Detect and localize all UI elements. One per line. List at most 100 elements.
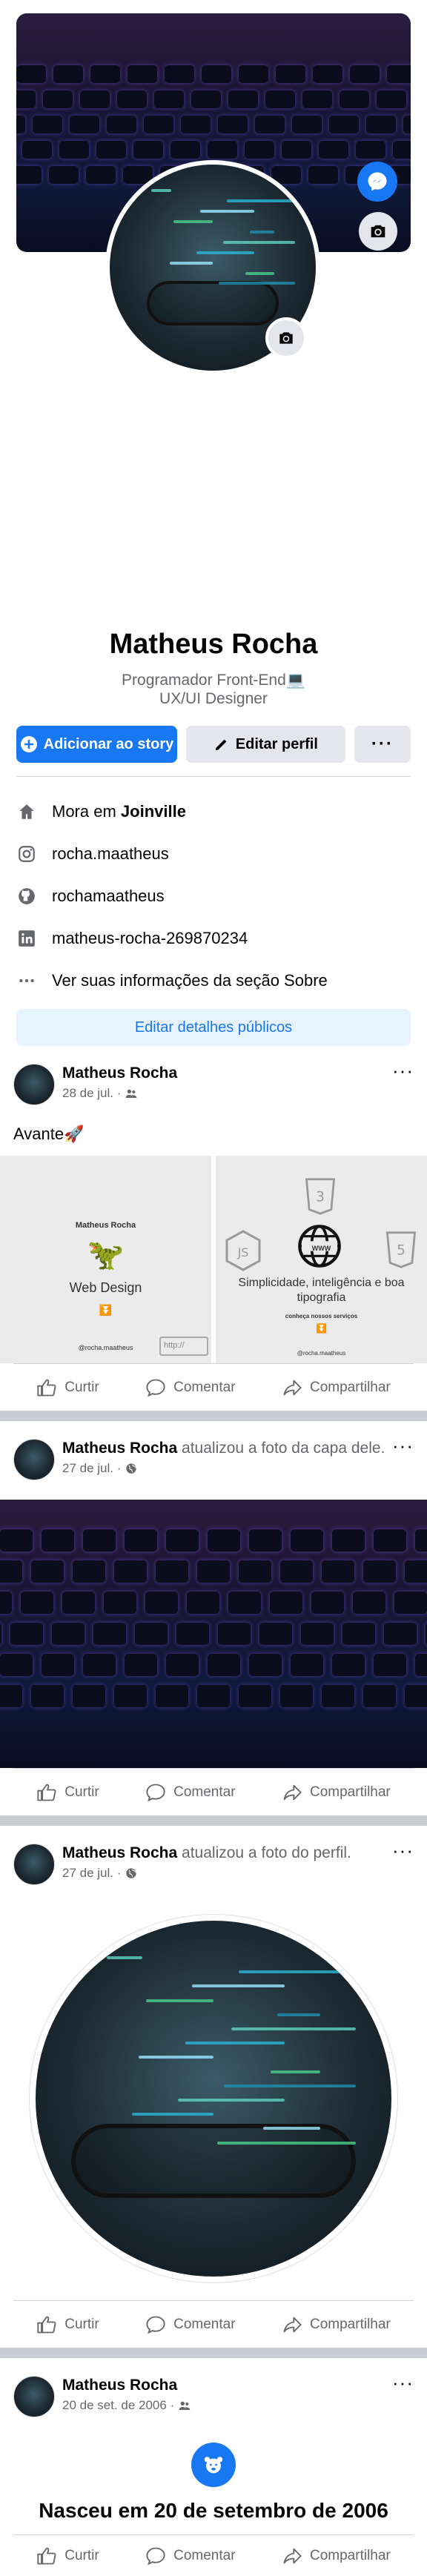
like-button[interactable]: Curtir xyxy=(36,1782,99,1803)
edit-profile-picture-button[interactable] xyxy=(265,317,307,359)
baby-icon xyxy=(204,2457,223,2474)
share-label: Compartilhar xyxy=(310,2547,391,2563)
linkedin-handle: matheus-rocha-269870234 xyxy=(52,928,248,947)
post-author[interactable]: Matheus Rocha xyxy=(62,2377,177,2394)
like-button[interactable]: Curtir xyxy=(36,1377,99,1398)
post-date[interactable]: 27 de jul. · xyxy=(62,1866,121,1881)
camera-icon xyxy=(371,225,385,238)
code-line xyxy=(222,240,296,244)
profile-picture-large[interactable] xyxy=(30,1915,397,2282)
comment-button[interactable]: Comentar xyxy=(145,1782,236,1803)
code-line xyxy=(173,220,213,224)
keyboard-key xyxy=(239,1560,271,1583)
post-separator xyxy=(0,1815,427,1826)
post-author[interactable]: Matheus Rocha xyxy=(62,1440,177,1457)
keyboard-key xyxy=(405,1560,427,1583)
keyboard-key xyxy=(393,141,411,159)
profile-page: Matheus Rocha Programador Front-End💻 UX/… xyxy=(0,13,427,2576)
life-event-text: Nasceu em 20 de setembro de 2006 xyxy=(39,2499,388,2522)
like-button[interactable]: Curtir xyxy=(36,2546,99,2566)
keyboard-key xyxy=(166,1529,199,1552)
like-icon xyxy=(37,2316,56,2333)
more-options-button[interactable]: ··· xyxy=(354,726,411,763)
post-options-icon[interactable]: ··· xyxy=(392,1434,414,1480)
post-options-icon[interactable]: ··· xyxy=(392,2371,414,2417)
share-button[interactable]: Compartilhar xyxy=(282,2546,391,2566)
share-button[interactable]: Compartilhar xyxy=(282,1377,391,1398)
post-date[interactable]: 28 de jul. · xyxy=(62,1086,121,1101)
post-options-icon[interactable]: ··· xyxy=(392,1059,414,1105)
avatar[interactable] xyxy=(13,1064,55,1105)
code-line xyxy=(178,2099,285,2102)
keyboard-key xyxy=(366,116,396,133)
like-label: Curtir xyxy=(64,2316,99,2332)
services-image[interactable]: 3 JS 5 WWW Simplicidade, inteligência e … xyxy=(216,1156,427,1363)
avatar[interactable] xyxy=(13,2376,55,2417)
keyboard-key xyxy=(329,116,359,133)
keyboard-key xyxy=(43,90,73,108)
cover-photo-image[interactable] xyxy=(0,1500,427,1768)
keyboard-key xyxy=(239,1685,271,1707)
keyboard-key xyxy=(301,1623,334,1645)
keyboard-key xyxy=(42,1529,74,1552)
about-row[interactable]: Ver suas informações da seção Sobre xyxy=(16,959,411,1001)
code-line xyxy=(224,2084,356,2087)
keyboard-key xyxy=(42,1654,74,1676)
post-author[interactable]: Matheus Rocha xyxy=(62,1844,177,1861)
comment-button[interactable]: Comentar xyxy=(145,2546,236,2566)
keyboard-key xyxy=(33,116,62,133)
comment-label: Comentar xyxy=(173,1784,236,1800)
keyboard-key xyxy=(340,90,369,108)
share-button[interactable]: Compartilhar xyxy=(282,1782,391,1803)
post-author[interactable]: Matheus Rocha xyxy=(62,1064,177,1082)
keyboard-key xyxy=(16,90,36,108)
edit-profile-button[interactable]: Editar perfil xyxy=(185,726,345,763)
github-handle: rochamaatheus xyxy=(52,886,165,905)
image-handle: @rocha.maatheus xyxy=(297,1350,346,1357)
post-date[interactable]: 20 de set. de 2006 · xyxy=(62,2398,174,2413)
share-label: Compartilhar xyxy=(310,1379,391,1395)
keyboard-key xyxy=(342,1623,375,1645)
keyboard-key xyxy=(22,141,52,159)
keyboard-key xyxy=(104,1592,136,1614)
image-cta: conheça nossos serviços xyxy=(285,1313,358,1320)
keyboard-key xyxy=(276,65,305,83)
add-story-button[interactable]: Adicionar ao story xyxy=(16,726,177,763)
glasses-shape xyxy=(71,2124,356,2199)
instagram-row[interactable]: rocha.maatheus xyxy=(16,832,411,875)
messenger-button[interactable] xyxy=(357,162,397,202)
edit-public-details-button[interactable]: Editar detalhes públicos xyxy=(16,1009,411,1046)
lives-in-city[interactable]: Joinville xyxy=(121,802,186,821)
share-label: Compartilhar xyxy=(310,1784,391,1800)
post-header: Matheus Rocha atualizou a foto do perfil… xyxy=(0,1826,427,1885)
avatar[interactable] xyxy=(13,1844,55,1885)
svg-text:3: 3 xyxy=(316,1189,325,1205)
code-line xyxy=(250,230,275,234)
avatar[interactable] xyxy=(13,1439,55,1480)
edit-cover-button[interactable] xyxy=(359,212,397,251)
keyboard-key xyxy=(52,1623,85,1645)
post-options-icon[interactable]: ··· xyxy=(392,1839,414,1885)
share-button[interactable]: Compartilhar xyxy=(282,2314,391,2335)
keyboard-key xyxy=(387,65,411,83)
web-design-image[interactable]: Matheus Rocha 🦖 Web Design ⏬ @rocha.maat… xyxy=(0,1156,211,1363)
keyboard-key xyxy=(114,1685,147,1707)
friends-icon xyxy=(179,2401,191,2410)
keyboard-key xyxy=(53,65,83,83)
keyboard-key xyxy=(374,1654,406,1676)
post-date[interactable]: 27 de jul. · xyxy=(62,1461,121,1476)
like-button[interactable]: Curtir xyxy=(36,2314,99,2335)
github-row[interactable]: rochamaatheus xyxy=(16,875,411,917)
keyboard-key xyxy=(356,141,385,159)
profile-picture-post-area xyxy=(0,1885,427,2300)
keyboard-key xyxy=(319,141,348,159)
keyboard-key xyxy=(70,116,99,133)
comment-button[interactable]: Comentar xyxy=(145,2314,236,2335)
code-line xyxy=(139,2056,214,2059)
linkedin-row[interactable]: matheus-rocha-269870234 xyxy=(16,917,411,959)
github-icon xyxy=(16,886,37,907)
comment-button[interactable]: Comentar xyxy=(145,1377,236,1398)
www-label: WWW xyxy=(311,1245,331,1252)
keyboard-key xyxy=(191,90,221,108)
keyboard-key xyxy=(415,1654,427,1676)
